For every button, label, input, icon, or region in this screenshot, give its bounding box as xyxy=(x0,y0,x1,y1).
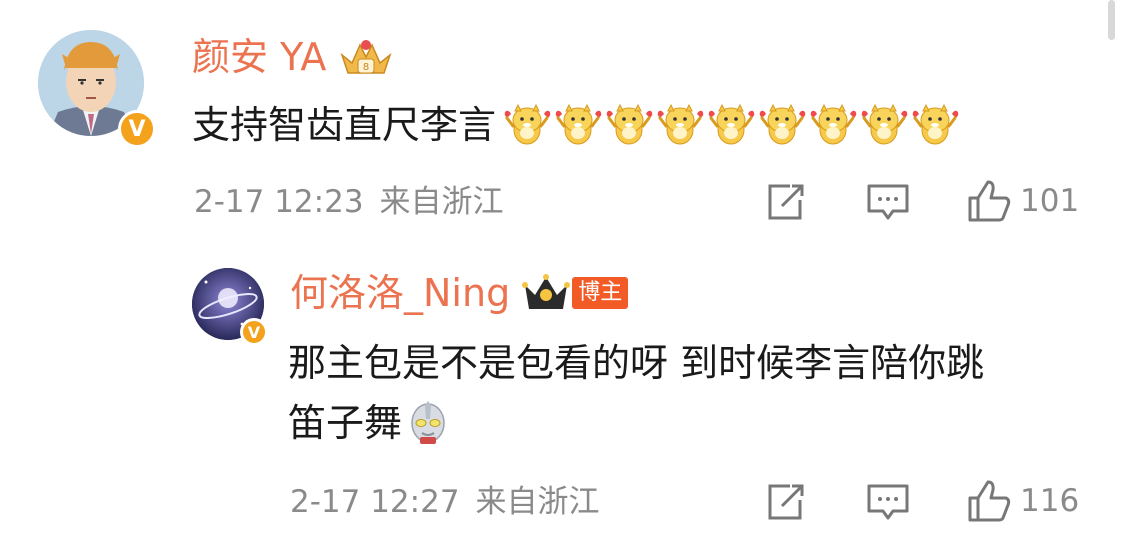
hamster-cheer-emoji xyxy=(604,102,655,148)
like-button[interactable]: 101 xyxy=(966,178,1079,224)
vip-crown-icon: 8 xyxy=(338,37,394,77)
comment-icon xyxy=(867,184,909,220)
hamster-cheer-emoji xyxy=(757,102,808,148)
comment-content: 那主包是不是包看的呀 到时候李言陪你跳 xyxy=(288,341,985,385)
reply-button[interactable] xyxy=(866,182,910,222)
username[interactable]: 何洛洛_Ning xyxy=(290,270,510,316)
hamster-cheer-emoji xyxy=(859,102,910,148)
comment-time: 2-17 12:27 xyxy=(290,484,460,520)
emoji-row xyxy=(502,102,961,148)
comment-icon xyxy=(867,484,909,520)
comment-location: 来自浙江 xyxy=(379,184,504,220)
hamster-cheer-emoji xyxy=(655,102,706,148)
comment-location: 来自浙江 xyxy=(475,484,600,520)
username[interactable]: 颜安 YA xyxy=(192,34,326,80)
share-button[interactable] xyxy=(764,182,808,222)
hamster-cheer-emoji xyxy=(706,102,757,148)
hamster-cheer-emoji xyxy=(910,102,961,148)
comment-content: 支持智齿直尺李言 xyxy=(192,103,497,147)
verified-badge-icon: V xyxy=(240,318,268,346)
thumbs-up-icon xyxy=(968,480,1011,522)
like-count: 101 xyxy=(1020,183,1080,219)
like-button[interactable]: 116 xyxy=(966,478,1079,524)
reply-button[interactable] xyxy=(866,482,910,522)
hamster-cheer-emoji xyxy=(808,102,859,148)
comment-content-line2: 笛子舞 xyxy=(288,401,403,445)
share-icon xyxy=(768,184,804,220)
comment-time: 2-17 12:23 xyxy=(194,184,364,220)
share-button[interactable] xyxy=(764,482,808,522)
verified-badge-icon: V xyxy=(118,110,156,148)
scrollbar[interactable] xyxy=(1108,0,1115,40)
blogger-tag: 博主 xyxy=(572,277,629,309)
hamster-cheer-emoji xyxy=(502,102,553,148)
hamster-cheer-emoji xyxy=(553,102,604,148)
ultraman-emoji-icon xyxy=(408,401,448,445)
share-icon xyxy=(768,484,804,520)
svg-text:8: 8 xyxy=(363,62,369,73)
crown-icon xyxy=(522,273,571,313)
like-count: 116 xyxy=(1020,483,1080,519)
thumbs-up-icon xyxy=(968,180,1011,222)
